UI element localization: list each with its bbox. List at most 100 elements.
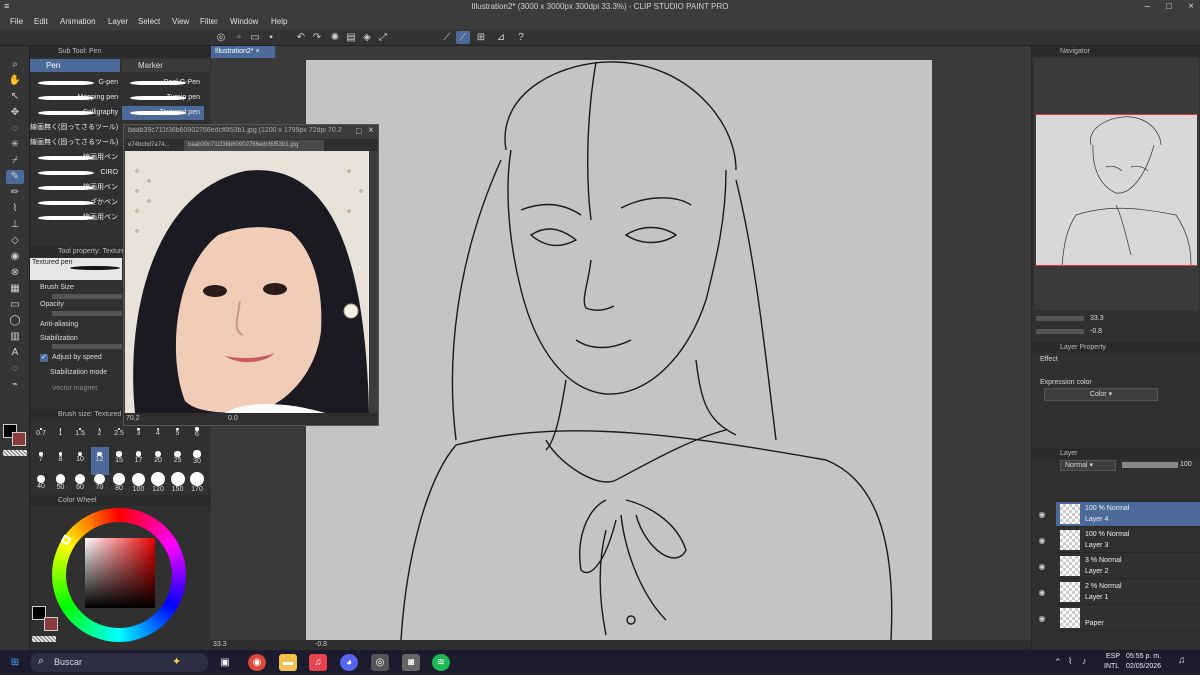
layer-visibility-eye-icon[interactable]: ◉	[1035, 554, 1049, 579]
snap-ruler-icon[interactable]: ⟋	[440, 31, 454, 44]
menu-file[interactable]: File	[10, 17, 23, 26]
eyedropper-icon[interactable]: ⌿	[6, 154, 24, 168]
brush-size-option[interactable]: 1.5	[71, 422, 89, 450]
opacity-slider[interactable]	[52, 311, 122, 316]
brush-mapping-pen[interactable]: Mapping pen	[30, 91, 122, 105]
brush-icon[interactable]: ⌇	[6, 202, 24, 216]
brush-size-option[interactable]: 3	[130, 422, 148, 450]
menu-help[interactable]: Help	[271, 17, 287, 26]
transform-icon[interactable]: ⤢	[376, 31, 390, 44]
discord-icon[interactable]: ◕	[340, 654, 358, 671]
layer-opacity-slider[interactable]	[1122, 462, 1178, 468]
menu-edit[interactable]: Edit	[34, 17, 48, 26]
layer-visibility-eye-icon[interactable]: ◉	[1035, 528, 1049, 553]
clock-time[interactable]: 05:55 p. m.	[1126, 653, 1161, 660]
navigator-angle-slider[interactable]	[1036, 329, 1084, 334]
brush-size-option[interactable]: 2	[91, 422, 109, 450]
language-code[interactable]: ESP	[1106, 653, 1120, 660]
drawing-canvas[interactable]	[306, 60, 932, 640]
clip-studio-paint-icon[interactable]: ◙	[402, 654, 420, 671]
menu-select[interactable]: Select	[138, 17, 160, 26]
layer-row[interactable]: 3 % Normal Layer 2	[1056, 554, 1200, 579]
tray-chevron-icon[interactable]: ⌃	[1054, 657, 1062, 668]
fill-icon[interactable]: ◈	[360, 31, 374, 44]
clear-icon[interactable]: ✺	[328, 31, 342, 44]
ruler-icon[interactable]: ⊿	[494, 31, 508, 44]
brush-size-option[interactable]: 4	[149, 422, 167, 450]
clear-outside-icon[interactable]: ▤	[344, 31, 358, 44]
file-explorer-icon[interactable]: ▬	[279, 654, 297, 671]
redo-icon[interactable]: ↷	[310, 31, 324, 44]
layer-visibility-eye-icon[interactable]: ◉	[1035, 502, 1049, 527]
layer-row[interactable]: Paper	[1056, 606, 1200, 631]
sub-view-close-icon[interactable]: ×	[368, 125, 374, 136]
brush-real-g-pen[interactable]: Real G-Pen	[122, 76, 204, 90]
maximize-icon[interactable]: □	[1162, 1, 1176, 13]
hand-icon[interactable]: ✋	[6, 74, 24, 88]
menu-animation[interactable]: Animation	[60, 17, 96, 26]
brush-custom-2[interactable]: 線画無く(固ってさるツール)	[30, 136, 122, 150]
layer-row[interactable]: 2 % Normal Layer 1	[1056, 580, 1200, 605]
sub-view-angle[interactable]: 0.0	[228, 413, 238, 425]
brush-size-option[interactable]: 20	[149, 447, 167, 475]
wheel-transparent-swatch[interactable]	[32, 636, 56, 642]
zoom-icon[interactable]: ⌕	[6, 58, 24, 72]
network-icon[interactable]: ⌇	[1068, 656, 1072, 667]
minimize-icon[interactable]: –	[1140, 1, 1154, 13]
text-icon[interactable]: A	[6, 346, 24, 360]
ruler-tool-icon[interactable]: ▥	[6, 330, 24, 344]
navigator-zoom[interactable]: 33.3	[1090, 315, 1104, 322]
clip-studio-icon[interactable]: ◎	[214, 31, 228, 44]
volume-icon[interactable]: ♪	[1082, 656, 1087, 666]
navigator-angle[interactable]: -0.8	[1090, 328, 1102, 335]
eraser-icon[interactable]: ◇	[6, 234, 24, 248]
saturation-value-square[interactable]	[85, 538, 155, 608]
operation-icon[interactable]: ↖	[6, 90, 24, 104]
sub-view-tab-2[interactable]: baab39c711f36b60902766edcf6f53b1.jpg	[184, 140, 324, 151]
navigator-zoom-slider[interactable]	[1036, 316, 1084, 321]
brush-custom-5[interactable]: ざかペン	[30, 196, 122, 210]
brush-size-slider[interactable]	[52, 294, 122, 299]
layer-row[interactable]: 100 % Normal Layer 3	[1056, 528, 1200, 553]
brush-ciro[interactable]: CIRO	[30, 166, 122, 180]
move-icon[interactable]: ✥	[6, 106, 24, 120]
brush-size-option[interactable]: 0.7	[32, 422, 50, 450]
fill-tool-icon[interactable]: ⊗	[6, 266, 24, 280]
correct-line-icon[interactable]: ⌁	[6, 378, 24, 392]
brush-size-option[interactable]: 2.5	[110, 422, 128, 450]
brush-turnip-pen[interactable]: Turnip pen	[122, 91, 204, 105]
brush-custom-3[interactable]: 線画用ペン	[30, 151, 122, 165]
open-icon[interactable]: ▭	[248, 31, 262, 44]
brush-size-option[interactable]: 5	[169, 422, 187, 450]
layer-row[interactable]: 100 % Normal Layer 4	[1056, 502, 1200, 527]
sub-view-maximize-icon[interactable]: □	[356, 126, 361, 136]
blend-icon[interactable]: ◉	[6, 250, 24, 264]
menu-window[interactable]: Window	[230, 17, 258, 26]
music-app-icon[interactable]: ♫	[309, 654, 327, 671]
pen-icon[interactable]: ✎	[6, 170, 24, 184]
figure-icon[interactable]: ▭	[6, 298, 24, 312]
brush-calligraphy[interactable]: Calligraphy	[30, 106, 122, 120]
notification-bell-icon[interactable]: ♫	[1178, 655, 1186, 666]
spotify-icon[interactable]: ≋	[432, 654, 450, 671]
hue-handle[interactable]	[60, 534, 72, 546]
brush-size-option[interactable]: 15	[110, 447, 128, 475]
windows-start-icon[interactable]: ⊞	[6, 654, 24, 671]
canvas-zoom[interactable]: 33.3	[213, 640, 227, 650]
gradient-icon[interactable]: ▦	[6, 282, 24, 296]
menu-view[interactable]: View	[172, 17, 189, 26]
wheel-sub-color[interactable]	[44, 617, 58, 631]
clip-studio-launcher-icon[interactable]: ◎	[371, 654, 389, 671]
canvas-angle[interactable]: -0.8	[315, 640, 327, 650]
brush-size-option[interactable]: 12	[90, 447, 109, 475]
sub-view-zoom[interactable]: 70.2	[126, 413, 140, 425]
new-icon[interactable]: ▫	[232, 31, 246, 44]
stabilization-slider[interactable]	[52, 344, 122, 349]
snap-grid-icon[interactable]: ⊞	[474, 31, 488, 44]
color-wheel[interactable]	[52, 508, 186, 642]
sub-color-swatch[interactable]	[12, 432, 26, 446]
close-icon[interactable]: ×	[1184, 1, 1198, 13]
navigator-preview[interactable]	[1034, 58, 1199, 310]
adjust-by-speed-checkbox[interactable]: ✓	[40, 354, 48, 362]
help-icon[interactable]: ?	[514, 31, 528, 44]
